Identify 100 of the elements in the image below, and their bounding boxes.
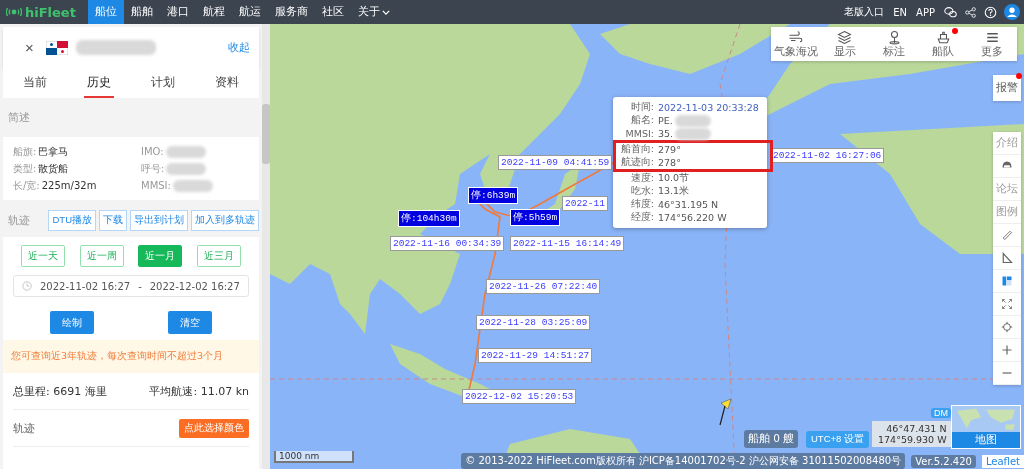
map-tool-button[interactable]: [993, 247, 1021, 270]
layers-icon: [837, 29, 853, 45]
alarm-button[interactable]: 报警: [993, 75, 1021, 101]
map-tool-button[interactable]: [993, 270, 1021, 293]
user-avatar-icon[interactable]: [1004, 4, 1020, 20]
track-point-label[interactable]: 停:5h59m: [510, 209, 561, 226]
share-icon[interactable]: [964, 5, 977, 19]
logo[interactable]: hiFleet: [0, 4, 88, 20]
map-tool-button[interactable]: [993, 293, 1021, 316]
date-range-field[interactable]: 2022-11-02 16:27 - 2022-12-02 16:27: [13, 275, 249, 297]
popup-value: 13.1米: [658, 185, 690, 198]
nav-tab[interactable]: 服务商: [268, 0, 315, 24]
minimap-label: 地图: [952, 432, 1020, 448]
info-label: IMO:: [141, 146, 164, 157]
track-point-label[interactable]: 2022-11-29 14:51:27: [478, 348, 593, 363]
scale-bar: 1000 nm: [274, 451, 354, 463]
popup-label: MMSI:: [624, 128, 654, 139]
popup-value: PE.: [658, 115, 673, 126]
help-icon[interactable]: [984, 5, 997, 19]
track-point-label[interactable]: 2022-11-15 16:14:49: [510, 236, 625, 251]
nav-tab[interactable]: 关于: [351, 0, 397, 24]
ruler-icon: [1001, 229, 1013, 241]
toolbar-button[interactable]: 气象海况: [771, 27, 821, 61]
chevron-down-icon: [382, 9, 390, 15]
popup-value: 2022-11-03 20:33:28: [658, 102, 759, 113]
expand-icon: [1001, 298, 1013, 310]
toolbar-button[interactable]: 标注: [869, 27, 919, 61]
flag-icon: [45, 40, 68, 55]
track-point-label[interactable]: 停:6h39m: [468, 187, 519, 204]
clock-icon: [22, 281, 32, 291]
minimap-card[interactable]: 地图: [951, 405, 1021, 449]
track-action-button[interactable]: 下载: [99, 210, 127, 231]
map-tool-button[interactable]: [993, 362, 1021, 385]
info-label: 呼号:: [141, 161, 165, 176]
track-label: 轨迹: [13, 420, 35, 436]
panel-tab[interactable]: 资料: [212, 68, 242, 98]
date-separator: -: [138, 280, 142, 292]
info-label: 类型:: [13, 161, 37, 176]
toolbar-button[interactable]: 船队: [918, 27, 968, 61]
map-tool-button[interactable]: [993, 316, 1021, 339]
notification-dot: [1016, 73, 1022, 79]
toolbar-button[interactable]: 更多: [967, 27, 1017, 61]
notification-dot: [951, 28, 958, 34]
crosshair-icon: [1001, 321, 1013, 333]
popup-label: 船名:: [629, 114, 654, 127]
track-point-label[interactable]: 2022-11: [562, 196, 608, 211]
redacted-value: [674, 114, 711, 127]
panel-tab[interactable]: 历史: [84, 68, 114, 98]
track-action-button[interactable]: 加入到多轨迹: [191, 210, 259, 231]
track-point-label[interactable]: 2022-11-09 04:41:59: [498, 155, 613, 170]
track-point-label[interactable]: 2022-11-02 16:27:06: [770, 148, 885, 163]
close-button[interactable]: ×: [21, 39, 38, 56]
popup-label: 速度:: [629, 172, 654, 185]
nav-link[interactable]: EN: [893, 6, 908, 18]
start-date: 2022-11-02 16:27: [40, 280, 131, 292]
panel-layout-icon: [1001, 275, 1013, 287]
zoom-in-icon: [1001, 344, 1013, 356]
nav-tab[interactable]: 船位: [88, 0, 124, 24]
track-point-label[interactable]: 2022-11-16 00:34:39: [390, 236, 505, 251]
average-speed: 平均航速: 11.07 kn: [149, 383, 249, 399]
scrollbar[interactable]: [262, 24, 270, 469]
action-button[interactable]: 清空: [168, 311, 212, 334]
track-action-button[interactable]: 导出到计划: [130, 210, 188, 231]
redacted-value: [172, 179, 213, 192]
collapse-link[interactable]: 收起: [228, 40, 250, 55]
popup-label: 经度:: [629, 211, 654, 224]
nav-tab[interactable]: 航程: [196, 0, 232, 24]
track-action-button[interactable]: DTU播放: [48, 210, 96, 231]
chat-bubbles-icon[interactable]: [944, 5, 957, 19]
popup-value: 279°: [658, 144, 681, 155]
logo-text: hiFleet: [25, 4, 76, 20]
nav-tab[interactable]: 社区: [315, 0, 351, 24]
nav-link[interactable]: 老版入口: [844, 5, 885, 19]
track-point-label[interactable]: 2022-12-02 15:20:53: [462, 389, 577, 404]
panel-tab[interactable]: 当前: [20, 68, 50, 98]
popup-value: 278°: [658, 157, 681, 168]
nav-tab[interactable]: 船舶: [124, 0, 160, 24]
end-date: 2022-12-02 16:27: [149, 280, 240, 292]
action-button[interactable]: 绘制: [50, 311, 94, 334]
total-distance: 总里程: 6691 海里: [13, 383, 107, 399]
nav-tab[interactable]: 港口: [160, 0, 196, 24]
map-tool-button[interactable]: [993, 155, 1021, 178]
info-label: 船旗:: [13, 144, 37, 159]
info-value: 巴拿马: [38, 144, 69, 159]
popup-label: 时间:: [629, 101, 654, 114]
popup-value: 46°31.195 N: [658, 199, 719, 210]
toolbar-button[interactable]: 显示: [820, 27, 870, 61]
section-title: 简述: [7, 110, 31, 126]
map-tool-button[interactable]: [993, 339, 1021, 362]
nav-link[interactable]: APP: [916, 6, 935, 18]
track-point-label[interactable]: 2022-11-26 07:22:40: [486, 279, 601, 294]
track-point-label[interactable]: 2022-11-28 03:25:09: [476, 315, 591, 330]
ship-position-marker[interactable]: [719, 397, 735, 427]
track-point-label[interactable]: 停:104h30m: [398, 210, 460, 227]
panel-tab[interactable]: 计划: [148, 68, 178, 98]
world-map-thumbnail: [952, 406, 1020, 432]
info-label: MMSI:: [141, 180, 171, 191]
popup-value: 10.0节: [658, 172, 690, 185]
popup-value: 174°56.220 W: [658, 212, 727, 223]
nav-tab[interactable]: 航运: [232, 0, 268, 24]
